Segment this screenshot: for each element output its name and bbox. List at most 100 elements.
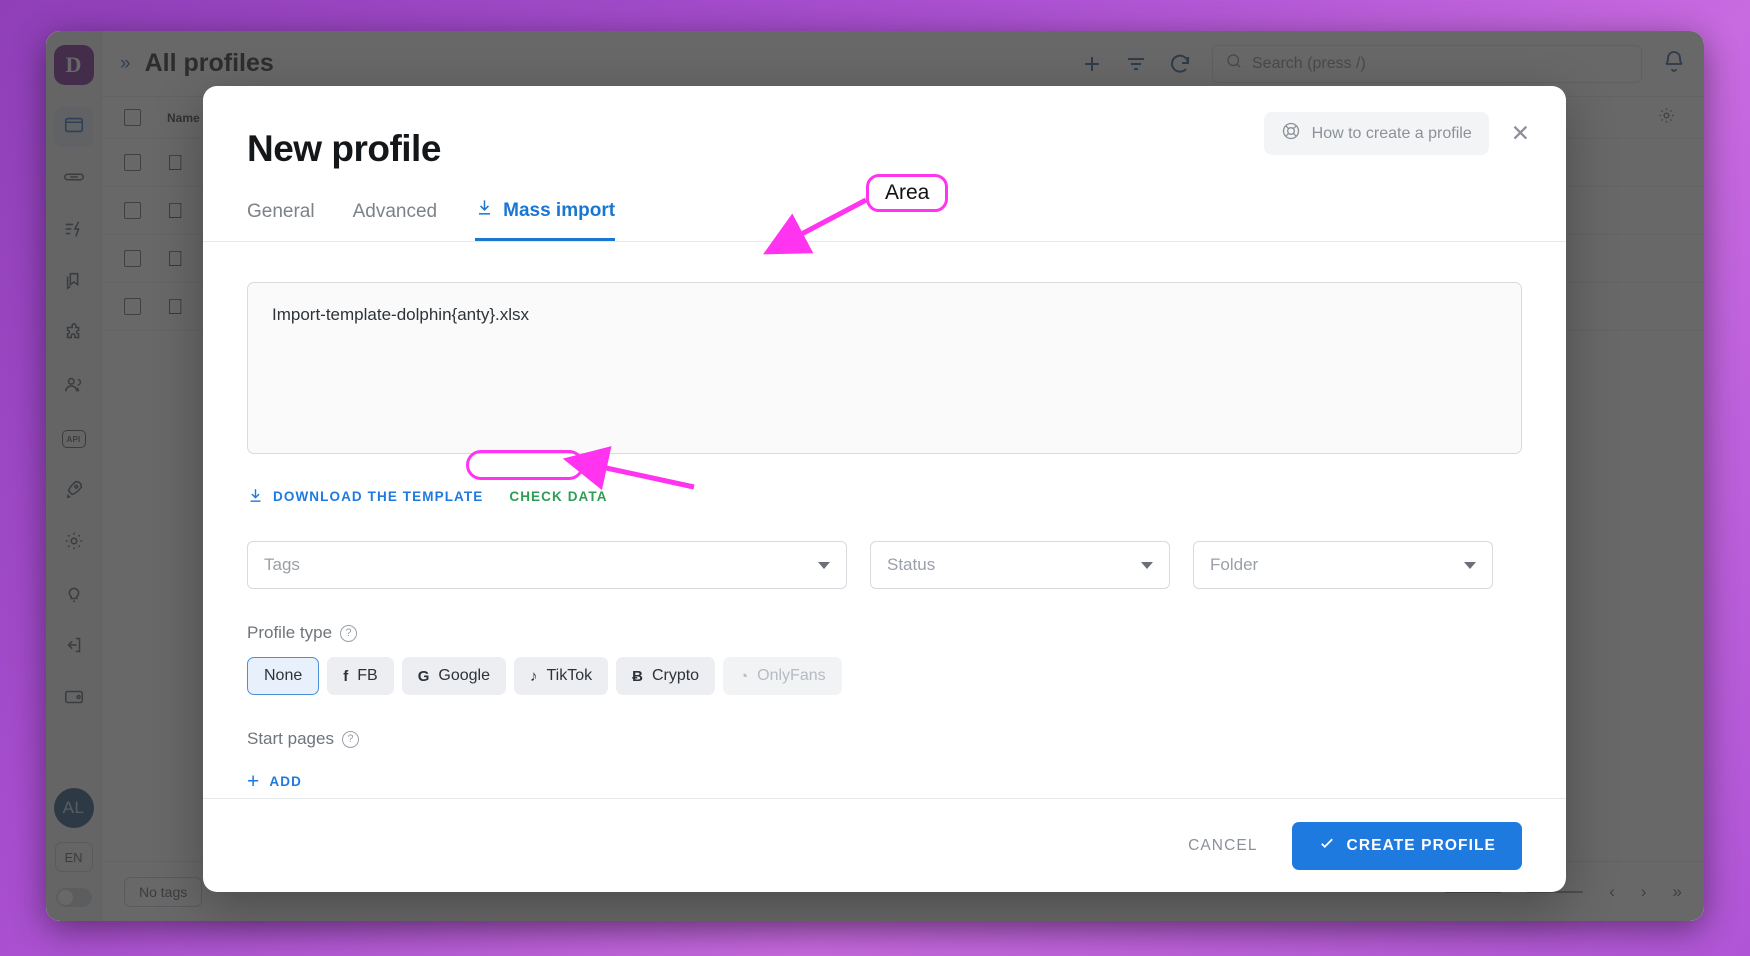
- header-actions: Search (press /): [1080, 44, 1686, 83]
- sidebar-item-logout[interactable]: [54, 627, 94, 667]
- profile-type-none[interactable]: None: [247, 657, 320, 695]
- question-icon[interactable]: ?: [340, 624, 358, 642]
- status-select[interactable]: Status: [870, 541, 1170, 589]
- row-checkbox[interactable]: [124, 298, 141, 315]
- tag-filter[interactable]: No tags: [124, 876, 203, 907]
- rocket-icon: [63, 478, 85, 505]
- sidebar-item-rocket[interactable]: [54, 471, 94, 511]
- theme-toggle[interactable]: [55, 888, 92, 907]
- row-checkbox[interactable]: [124, 250, 141, 267]
- bell-icon[interactable]: [1662, 49, 1686, 78]
- status-placeholder: Status: [887, 555, 936, 574]
- profile-type-tiktok[interactable]: ♪ TikTok: [513, 657, 609, 695]
- import-actions: DOWNLOAD THE TEMPLATE CHECK DATA: [247, 482, 1522, 511]
- sidebar-item-settings[interactable]: [54, 523, 94, 563]
- column-header-name: Name: [167, 110, 200, 125]
- chevron-down-icon: [1464, 561, 1476, 569]
- app-logo[interactable]: D: [53, 45, 94, 85]
- sidebar-item-links[interactable]: [54, 159, 94, 199]
- download-icon: [475, 198, 494, 223]
- how-to-create-profile-button[interactable]: How to create a profile: [1263, 112, 1489, 155]
- modal-tabs: General Advanced Mass import: [247, 198, 1522, 241]
- language-selector[interactable]: EN: [54, 842, 93, 872]
- bulb-icon: [63, 582, 85, 609]
- link-icon: [63, 166, 85, 193]
- profile-type-label-row: Profile type ?: [247, 623, 1522, 643]
- pagination-next[interactable]: ›: [1641, 882, 1647, 902]
- row-checkbox[interactable]: [124, 202, 141, 219]
- gear-icon[interactable]: [1657, 106, 1676, 130]
- add-start-page-label: ADD: [269, 774, 302, 789]
- row-checkbox[interactable]: [124, 154, 141, 171]
- filter-icon[interactable]: [1124, 52, 1148, 76]
- sidebar-item-api[interactable]: API: [54, 419, 94, 459]
- close-icon[interactable]: ✕: [1511, 122, 1530, 145]
- apple-icon: : [167, 151, 184, 174]
- download-template-label: DOWNLOAD THE TEMPLATE: [273, 489, 484, 504]
- automation-icon: [63, 218, 85, 245]
- search-placeholder: Search (press /): [1252, 54, 1366, 72]
- bitcoin-icon: Ƀ: [632, 667, 643, 685]
- profile-type-onlyfans: ◔ OnlyFans: [723, 657, 842, 695]
- profile-type-options: None f FB G Google ♪ TikTok Ƀ Crypto ◔ O…: [247, 657, 1522, 695]
- how-to-create-profile-label: How to create a profile: [1311, 124, 1472, 142]
- browser-profiles-icon: [63, 114, 85, 141]
- profile-type-crypto[interactable]: Ƀ Crypto: [616, 657, 716, 695]
- sidebar: D API AL EN: [46, 31, 102, 921]
- chevron-double-right-icon[interactable]: »: [120, 53, 131, 75]
- check-icon: [1318, 834, 1336, 857]
- pagination-prev[interactable]: ‹: [1609, 882, 1615, 902]
- profile-type-google[interactable]: G Google: [401, 657, 506, 695]
- refresh-icon[interactable]: [1168, 52, 1192, 76]
- plus-icon[interactable]: [1080, 52, 1104, 76]
- modal-body: Import-template-dolphin{anty}.xlsx DOWNL…: [203, 242, 1566, 798]
- sidebar-item-team[interactable]: [54, 367, 94, 407]
- tiktok-icon: ♪: [529, 667, 538, 685]
- sidebar-item-copy[interactable]: [54, 263, 94, 303]
- gear-icon: [63, 530, 85, 557]
- apple-icon: : [167, 247, 184, 270]
- sidebar-item-extensions[interactable]: [54, 315, 94, 355]
- logout-icon: [63, 634, 85, 661]
- tab-mass-import-label: Mass import: [503, 199, 616, 221]
- profile-type-onlyfans-label: OnlyFans: [757, 667, 826, 684]
- sidebar-item-wallet[interactable]: [54, 679, 94, 719]
- tab-advanced-label: Advanced: [352, 201, 438, 222]
- download-template-button[interactable]: DOWNLOAD THE TEMPLATE: [247, 487, 483, 507]
- plus-icon: +: [247, 770, 261, 793]
- profile-type-label: Profile type: [247, 623, 333, 642]
- tab-general[interactable]: General: [247, 198, 315, 241]
- tab-general-label: General: [247, 201, 315, 222]
- sidebar-item-automation[interactable]: [54, 211, 94, 251]
- profile-type-fb[interactable]: f FB: [327, 657, 394, 695]
- filters-row: Tags Status Folder: [247, 541, 1522, 589]
- page-title: All profiles: [144, 49, 274, 77]
- start-pages-label-row: Start pages ?: [247, 729, 1522, 749]
- api-icon: API: [61, 430, 86, 448]
- sidebar-item-profiles[interactable]: [53, 107, 94, 147]
- question-icon[interactable]: ?: [341, 730, 359, 748]
- modal-header: How to create a profile ✕ New profile Ge…: [203, 86, 1566, 242]
- tab-advanced[interactable]: Advanced: [353, 198, 438, 241]
- add-start-page-button[interactable]: + ADD: [247, 771, 1522, 792]
- tab-mass-import[interactable]: Mass import: [475, 198, 616, 241]
- select-all-checkbox[interactable]: [124, 109, 141, 126]
- cancel-button[interactable]: CANCEL: [1188, 837, 1257, 855]
- pagination-last[interactable]: »: [1673, 882, 1682, 902]
- apple-icon: : [167, 199, 184, 222]
- profile-type-fb-label: FB: [357, 667, 378, 684]
- profile-type-google-label: Google: [438, 667, 490, 684]
- chevron-down-icon: [818, 561, 830, 569]
- onlyfans-icon: ◔: [739, 667, 749, 685]
- avatar[interactable]: AL: [53, 788, 94, 828]
- create-profile-button[interactable]: CREATE PROFILE: [1291, 821, 1522, 870]
- folder-select[interactable]: Folder: [1193, 541, 1493, 589]
- start-pages-label: Start pages: [247, 729, 334, 748]
- apple-icon: : [167, 295, 184, 318]
- sidebar-item-tips[interactable]: [54, 575, 94, 615]
- tags-select[interactable]: Tags: [247, 541, 847, 589]
- check-data-button[interactable]: CHECK DATA: [495, 482, 621, 511]
- file-drop-area[interactable]: Import-template-dolphin{anty}.xlsx: [247, 282, 1522, 454]
- search-input[interactable]: Search (press /): [1212, 44, 1642, 83]
- new-profile-modal: How to create a profile ✕ New profile Ge…: [203, 86, 1566, 892]
